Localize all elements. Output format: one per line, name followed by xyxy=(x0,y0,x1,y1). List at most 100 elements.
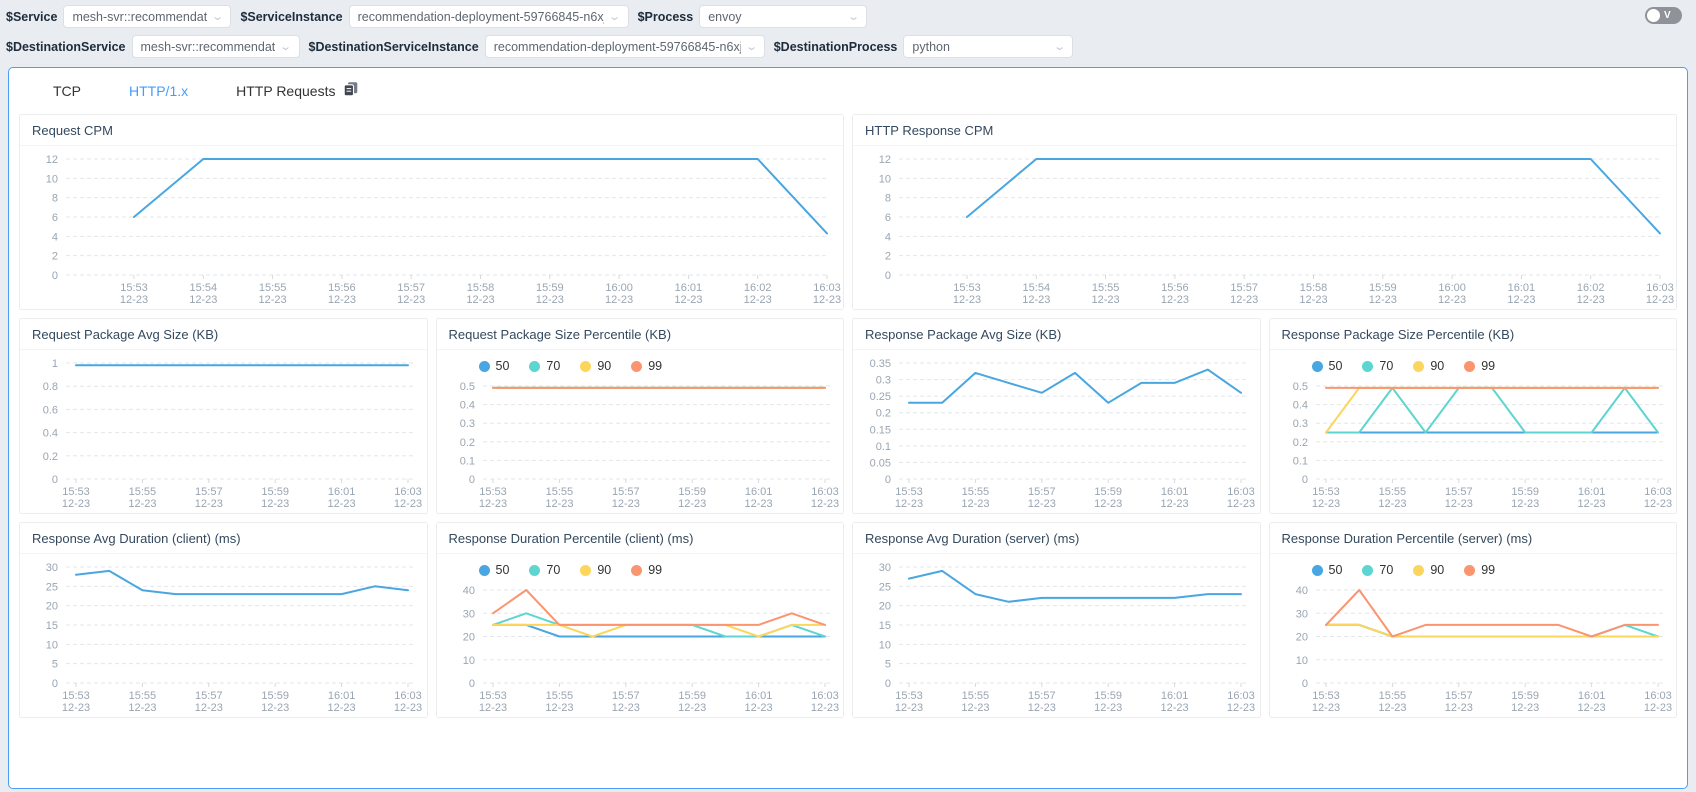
legend-item-50[interactable]: 50 xyxy=(479,563,510,577)
legend-label: 50 xyxy=(496,563,510,577)
legend-item-50[interactable]: 50 xyxy=(1312,359,1343,373)
legend-item-99[interactable]: 99 xyxy=(1464,359,1495,373)
chevron-down-icon: ⌄ xyxy=(211,10,224,23)
svg-text:16:0312-23: 16:0312-23 xyxy=(1643,486,1671,510)
svg-text:0.5: 0.5 xyxy=(1292,381,1307,393)
svg-text:0: 0 xyxy=(52,474,58,486)
chart-plot[interactable]: 05101520253015:5312-2315:5512-2315:5712-… xyxy=(853,554,1260,717)
svg-text:10: 10 xyxy=(46,639,58,651)
svg-text:15:5512-23: 15:5512-23 xyxy=(259,282,287,306)
legend-item-99[interactable]: 99 xyxy=(631,563,662,577)
svg-text:6: 6 xyxy=(885,212,891,224)
svg-text:16:0312-23: 16:0312-23 xyxy=(394,690,422,714)
legend-item-90[interactable]: 90 xyxy=(1413,563,1444,577)
legend-item-99[interactable]: 99 xyxy=(631,359,662,373)
tab-bar: TCP HTTP/1.x HTTP Requests xyxy=(9,68,1687,110)
chart-plot[interactable]: 05101520253015:5312-2315:5512-2315:5712-… xyxy=(20,554,427,717)
svg-text:30: 30 xyxy=(462,608,474,620)
svg-text:15:5712-23: 15:5712-23 xyxy=(611,690,639,714)
toggle-label: V xyxy=(1664,10,1671,21)
svg-text:4: 4 xyxy=(52,231,58,243)
legend-item-70[interactable]: 70 xyxy=(1362,359,1393,373)
svg-text:15:5712-23: 15:5712-23 xyxy=(397,282,425,306)
svg-text:10: 10 xyxy=(879,639,891,651)
legend-item-90[interactable]: 90 xyxy=(580,563,611,577)
svg-text:16:0312-23: 16:0312-23 xyxy=(810,690,838,714)
service-label: $Service xyxy=(6,10,57,24)
copy-icon[interactable] xyxy=(343,81,359,100)
svg-text:15:5912-23: 15:5912-23 xyxy=(1369,282,1397,306)
chart-title: HTTP Response CPM xyxy=(853,115,1676,146)
legend-label: 50 xyxy=(1329,563,1343,577)
version-toggle[interactable]: V xyxy=(1645,7,1682,24)
legend-item-50[interactable]: 50 xyxy=(1312,563,1343,577)
svg-text:15:5312-23: 15:5312-23 xyxy=(895,486,923,510)
svg-text:20: 20 xyxy=(1295,632,1307,644)
legend-dot-icon xyxy=(479,361,490,372)
svg-text:2: 2 xyxy=(885,251,891,263)
svg-text:15:5912-23: 15:5912-23 xyxy=(261,486,289,510)
destination-service-instance-select[interactable]: recommendation-deployment-59766845-n6xjb… xyxy=(485,35,765,58)
filter-destination-service-instance: $DestinationServiceInstance recommendati… xyxy=(309,35,765,58)
svg-text:16:0112-23: 16:0112-23 xyxy=(744,690,772,714)
svg-text:15:5612-23: 15:5612-23 xyxy=(1161,282,1189,306)
svg-text:15:5512-23: 15:5512-23 xyxy=(1378,486,1406,510)
filter-process: $Process envoy ⌄ xyxy=(638,5,868,28)
chart-card: Response Avg Duration (client) (ms)05101… xyxy=(19,522,428,718)
process-select[interactable]: envoy ⌄ xyxy=(699,5,867,28)
legend-label: 70 xyxy=(1379,359,1393,373)
chart-title: Response Avg Duration (client) (ms) xyxy=(20,523,427,554)
svg-text:15: 15 xyxy=(879,620,891,632)
chart-plot[interactable]: 00.10.20.30.40.515:5312-2315:5512-2315:5… xyxy=(1270,373,1677,513)
svg-text:0.4: 0.4 xyxy=(459,400,474,412)
svg-text:0.35: 0.35 xyxy=(870,358,891,370)
service-instance-select[interactable]: recommendation-deployment-59766845-n6xjb… xyxy=(349,5,629,28)
svg-text:0.1: 0.1 xyxy=(459,455,474,467)
chevron-down-icon: ⌄ xyxy=(745,40,758,53)
tab-http1x[interactable]: HTTP/1.x xyxy=(129,83,188,99)
chart-plot[interactable]: 00.10.20.30.40.515:5312-2315:5512-2315:5… xyxy=(437,373,844,513)
legend-item-99[interactable]: 99 xyxy=(1464,563,1495,577)
svg-text:0.2: 0.2 xyxy=(459,437,474,449)
svg-text:16:0012-23: 16:0012-23 xyxy=(1438,282,1466,306)
legend-item-70[interactable]: 70 xyxy=(529,563,560,577)
tab-tcp[interactable]: TCP xyxy=(53,83,81,99)
legend-dot-icon xyxy=(529,361,540,372)
dashboard-panel: TCP HTTP/1.x HTTP Requests Request CPM02… xyxy=(8,67,1688,789)
legend-item-70[interactable]: 70 xyxy=(529,359,560,373)
destination-service-select[interactable]: mesh-svr::recommendation ⌄ xyxy=(132,35,300,58)
chart-plot[interactable]: 01020304015:5312-2315:5512-2315:5712-231… xyxy=(437,577,844,717)
chart-title: Response Package Size Percentile (KB) xyxy=(1270,319,1677,350)
legend-label: 90 xyxy=(597,359,611,373)
svg-text:15:5512-23: 15:5512-23 xyxy=(1092,282,1120,306)
filter-service-instance: $ServiceInstance recommendation-deployme… xyxy=(240,5,628,28)
chart-plot[interactable]: 02468101215:5312-2315:5412-2315:5512-231… xyxy=(20,146,843,309)
svg-text:15:5412-23: 15:5412-23 xyxy=(189,282,217,306)
chart-plot[interactable]: 01020304015:5312-2315:5512-2315:5712-231… xyxy=(1270,577,1677,717)
legend-dot-icon xyxy=(1464,565,1475,576)
chart-plot[interactable]: 02468101215:5312-2315:5412-2315:5512-231… xyxy=(853,146,1676,309)
destination-process-select[interactable]: python ⌄ xyxy=(903,35,1073,58)
svg-text:16:0112-23: 16:0112-23 xyxy=(744,486,772,510)
svg-text:15:5312-23: 15:5312-23 xyxy=(953,282,981,306)
toggle-knob-icon xyxy=(1647,9,1660,22)
svg-text:15:5312-23: 15:5312-23 xyxy=(120,282,148,306)
legend-item-50[interactable]: 50 xyxy=(479,359,510,373)
service-select[interactable]: mesh-svr::recommendation ⌄ xyxy=(63,5,231,28)
svg-text:15: 15 xyxy=(46,620,58,632)
legend-label: 50 xyxy=(1329,359,1343,373)
legend-label: 50 xyxy=(496,359,510,373)
svg-text:10: 10 xyxy=(1295,655,1307,667)
legend-label: 90 xyxy=(1430,359,1444,373)
chart-plot[interactable]: 00.20.40.60.8115:5312-2315:5512-2315:571… xyxy=(20,350,427,513)
svg-text:16:0212-23: 16:0212-23 xyxy=(1577,282,1605,306)
chart-plot[interactable]: 00.050.10.150.20.250.30.3515:5312-2315:5… xyxy=(853,350,1260,513)
legend-item-90[interactable]: 90 xyxy=(580,359,611,373)
tab-http-requests[interactable]: HTTP Requests xyxy=(236,81,359,100)
svg-text:0: 0 xyxy=(885,678,891,690)
svg-text:16:0112-23: 16:0112-23 xyxy=(674,282,702,306)
legend-item-90[interactable]: 90 xyxy=(1413,359,1444,373)
svg-text:0: 0 xyxy=(1301,678,1307,690)
legend-item-70[interactable]: 70 xyxy=(1362,563,1393,577)
legend-dot-icon xyxy=(479,565,490,576)
